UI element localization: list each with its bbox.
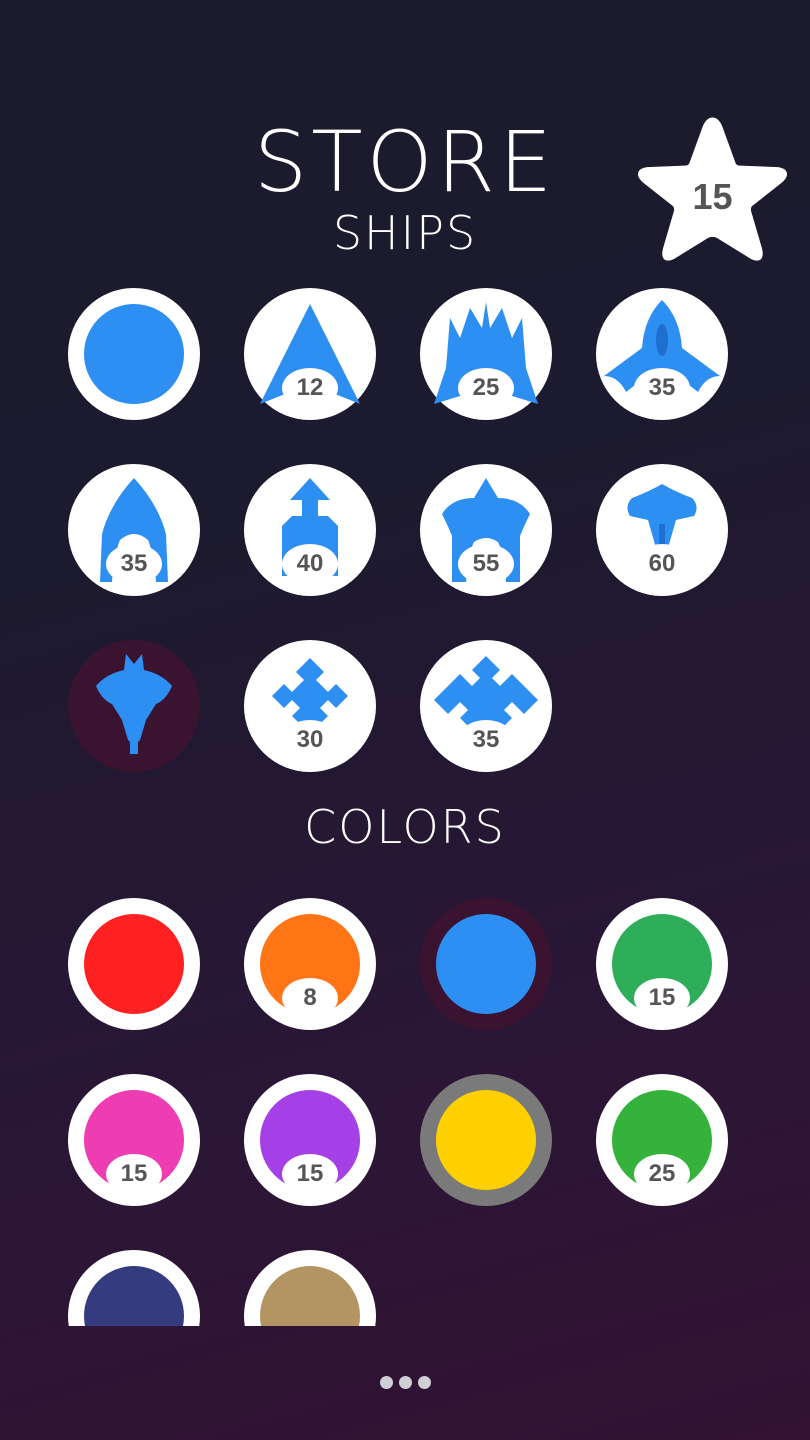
color-item-yellow-selected[interactable] [420, 1074, 552, 1206]
color-item-orange[interactable]: 8 [244, 898, 376, 1030]
price-label: 40 [282, 544, 338, 584]
ship-item-11[interactable]: 35 [420, 640, 552, 772]
price-label: 15 [634, 978, 690, 1018]
page-dot [398, 1376, 412, 1389]
ship-item-10[interactable]: 30 [244, 640, 376, 772]
price-label: 15 [106, 1154, 162, 1194]
color-item-tan[interactable] [244, 1250, 376, 1326]
color-item-navy[interactable] [68, 1250, 200, 1326]
ship-item-9-selected[interactable] [68, 640, 200, 772]
price-label: 15 [282, 1154, 338, 1194]
price-label: 35 [106, 544, 162, 584]
color-item-purple[interactable]: 15 [244, 1074, 376, 1206]
page-dot [417, 1376, 431, 1389]
manta-ship-icon [96, 654, 172, 754]
colors-section-title: COLORS [304, 800, 506, 854]
ship-item-1[interactable] [68, 288, 200, 420]
price-label: 8 [282, 978, 338, 1018]
ship-item-2[interactable]: 12 [244, 288, 376, 420]
ship-item-5[interactable]: 35 [68, 464, 200, 596]
ship-item-3[interactable]: 25 [420, 288, 552, 420]
ship-item-6[interactable]: 40 [244, 464, 376, 596]
ship-item-8[interactable]: 60 [596, 464, 728, 596]
star-balance: 15 [692, 176, 733, 217]
color-item-red[interactable] [68, 898, 200, 1030]
color-item-green[interactable]: 15 [596, 898, 728, 1030]
color-item-blue-selected[interactable] [420, 898, 552, 1030]
price-label: 25 [458, 368, 514, 408]
ship-item-4[interactable]: 35 [596, 288, 728, 420]
price-label: 30 [282, 720, 338, 760]
color-item-lime[interactable]: 25 [596, 1074, 728, 1206]
color-row-partial [0, 1245, 810, 1326]
price-label: 35 [634, 368, 690, 408]
color-item-pink[interactable]: 15 [68, 1074, 200, 1206]
price-label: 12 [282, 368, 338, 408]
price-label: 35 [458, 720, 514, 760]
page-indicator[interactable] [0, 1374, 810, 1393]
price-label: 55 [458, 544, 514, 584]
ship-item-7[interactable]: 55 [420, 464, 552, 596]
price-label: 60 [634, 544, 690, 584]
page-dot [379, 1376, 393, 1389]
round-ship-icon [84, 304, 184, 404]
price-label: 25 [634, 1154, 690, 1194]
